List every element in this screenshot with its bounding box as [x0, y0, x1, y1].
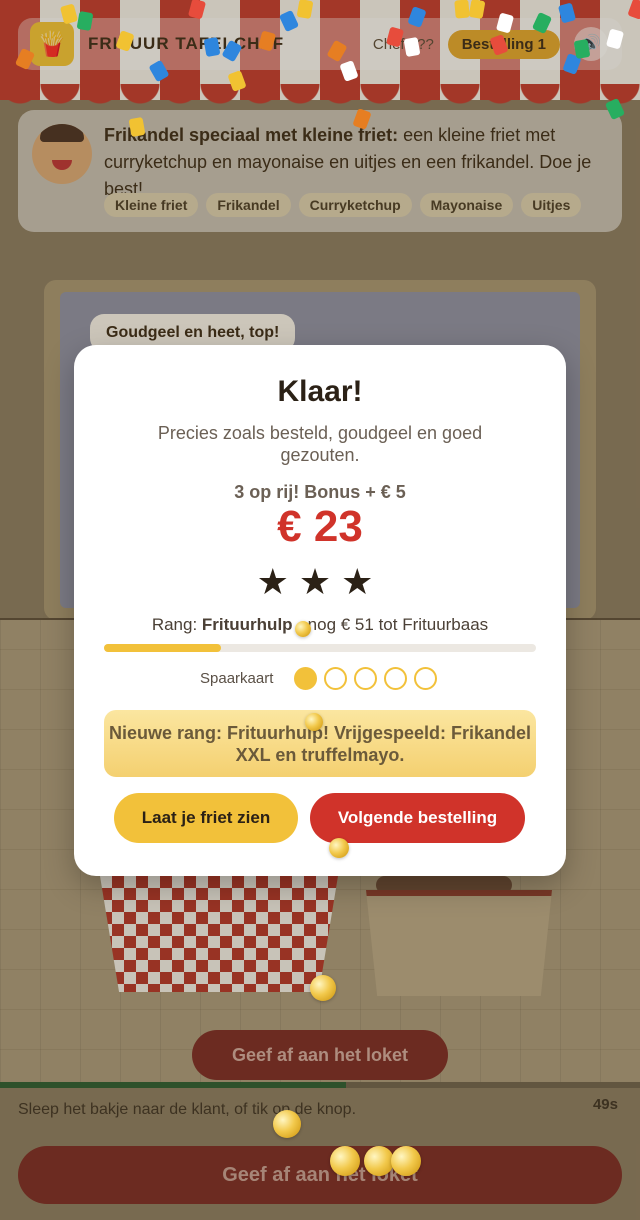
confetti-piece	[203, 36, 221, 58]
loyalty-stamp	[324, 667, 347, 690]
modal-subtitle: Precies zoals besteld, goudgeel en goed …	[157, 423, 483, 465]
result-modal: Klaar! Precies zoals besteld, goudgeel e…	[74, 345, 566, 876]
coin-icon	[364, 1146, 394, 1176]
star-rating: ★★★	[256, 561, 384, 602]
game-scene: 🍟 FRITUUR TAFELCHEF Chef ??? Bestelling …	[0, 0, 640, 1220]
rank-progress-bar	[104, 644, 536, 652]
coin-icon	[273, 1110, 301, 1138]
bonus-text: 3 op rij! Bonus + € 5	[234, 482, 406, 502]
rank-line: Rang: Frituurhulp · nog € 51 tot Frituur…	[74, 615, 566, 635]
coin-icon	[391, 1146, 421, 1176]
loyalty-stamp	[354, 667, 377, 690]
coin-icon	[295, 621, 311, 637]
loyalty-stamp	[414, 667, 437, 690]
earned-amount: € 23	[277, 502, 363, 551]
modal-title: Klaar!	[277, 375, 363, 408]
coin-icon	[305, 713, 323, 731]
next-order-button[interactable]: Volgende bestelling	[310, 793, 525, 843]
confetti-piece	[403, 36, 421, 58]
coin-icon	[330, 1146, 360, 1176]
loyalty-stamps	[294, 667, 437, 690]
rank-prefix: Rang:	[151, 615, 202, 634]
rank-name: Frituurhulp	[201, 615, 293, 634]
loyalty-stamp	[384, 667, 407, 690]
coin-icon	[329, 838, 349, 858]
confetti-piece	[454, 0, 470, 19]
confetti-piece	[573, 38, 591, 60]
confetti-piece	[128, 116, 146, 138]
rank-suffix: · nog € 51 tot Frituurbaas	[292, 615, 489, 634]
loyalty-stamp	[294, 667, 317, 690]
loyalty-label: Spaarkaart	[200, 670, 274, 687]
rank-progress-fill	[104, 644, 221, 652]
coin-icon	[310, 975, 336, 1001]
show-fries-button[interactable]: Laat je friet zien	[114, 793, 298, 843]
